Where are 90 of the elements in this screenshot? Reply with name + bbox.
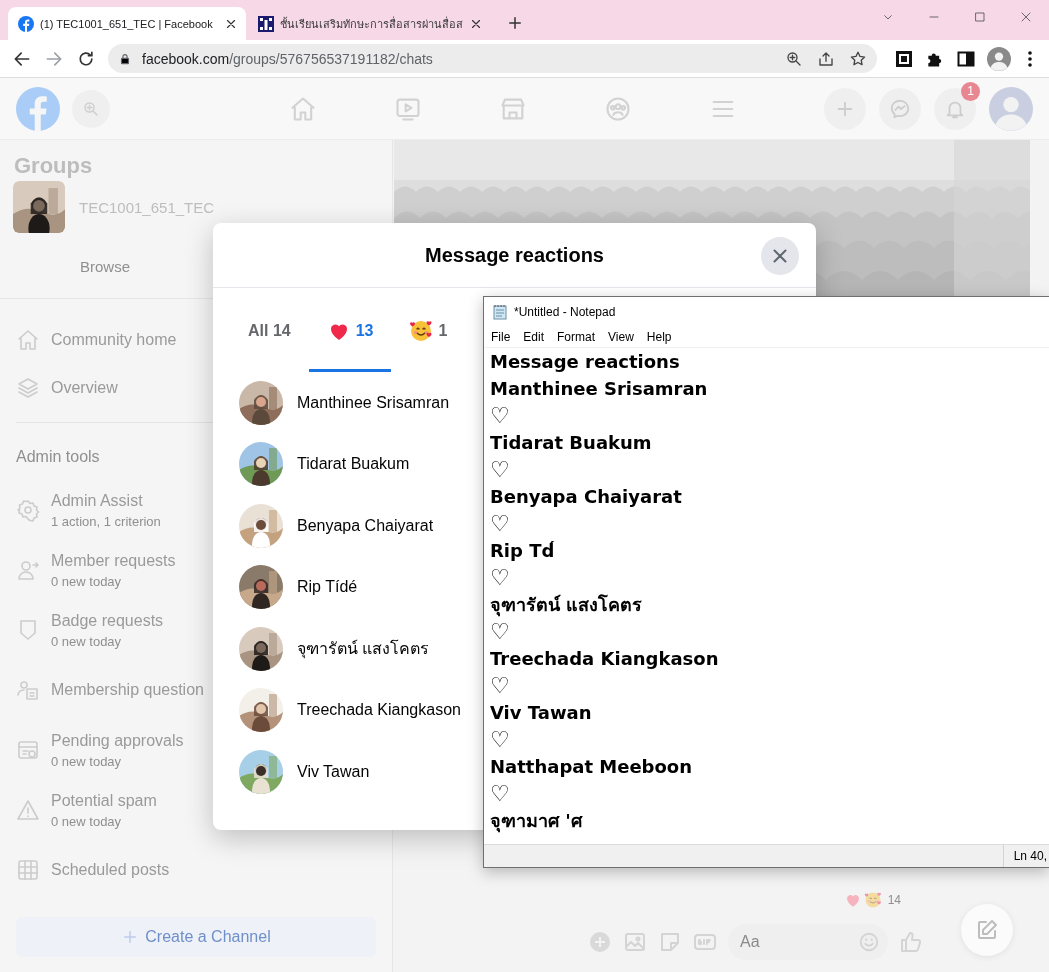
person-name[interactable]: จุฑารัตน์ แสงโคตร	[297, 636, 430, 662]
smiley-hearts-icon	[409, 318, 434, 343]
notification-badge: 1	[961, 81, 980, 101]
add-icon[interactable]	[588, 930, 612, 954]
text-line: Manthinee Srisamran	[490, 377, 709, 401]
menu-item[interactable]: Format	[557, 330, 596, 344]
star-icon[interactable]	[849, 49, 867, 68]
reaction-count: 14	[887, 893, 901, 907]
text-line: จุฑามาศ 'ศ	[490, 809, 584, 834]
menu-item[interactable]: View	[608, 330, 634, 344]
sticker-icon[interactable]	[658, 930, 682, 954]
create-channel-button[interactable]: Create a Channel	[16, 917, 376, 957]
groups-icon[interactable]	[603, 94, 632, 123]
text-line: Tidarat Buakum	[490, 431, 653, 455]
maximize-icon[interactable]	[972, 9, 988, 25]
item-detail: 1 action, 1 criterion	[51, 513, 161, 529]
sidebar-title: Groups	[13, 152, 94, 176]
text-line: ♡	[490, 564, 511, 591]
browser-tab[interactable]: ชั้นเรียนเสริมทักษะการสื่อสารผ่านสื่อส	[248, 7, 491, 40]
film-icon	[258, 15, 274, 32]
text-line: ♡	[490, 780, 511, 807]
messenger-icon	[889, 97, 911, 120]
calendar-clock-icon	[16, 738, 40, 762]
table-icon	[16, 858, 40, 882]
lock-icon	[118, 51, 132, 66]
section-heading: Admin tools	[16, 447, 100, 466]
reaction-tab[interactable]: 13	[308, 288, 392, 372]
person-name[interactable]: Rip Tídé	[297, 578, 358, 597]
browser-tab[interactable]: (1) TEC1001_651_TEC | Facebook	[8, 7, 246, 40]
close-button[interactable]	[761, 237, 799, 275]
photo-icon[interactable]	[623, 930, 647, 954]
account-avatar[interactable]	[989, 86, 1033, 131]
menu-item[interactable]: Edit	[523, 330, 545, 344]
address-field[interactable]: facebook.com/groups/576756537191182/chats	[108, 44, 877, 73]
person-name[interactable]: Tidarat Buakum	[297, 455, 410, 474]
url-text: facebook.com/groups/576756537191182/chats	[142, 50, 434, 67]
menu-item[interactable]: Help	[646, 330, 672, 344]
text-line: Rip Td́	[490, 539, 556, 563]
text-line: จุฑารัตน์ แสงโคตร	[490, 593, 644, 618]
text-line: ♡	[490, 510, 511, 537]
text-line: ♡	[490, 402, 511, 429]
menu-item[interactable]: File	[491, 330, 511, 344]
messenger-button[interactable]	[879, 87, 921, 130]
emoji-icon[interactable]	[858, 931, 880, 953]
home-icon	[16, 328, 40, 352]
item-detail: 0 new today	[51, 813, 123, 829]
person-name[interactable]: Viv Tawan	[297, 762, 370, 781]
text-line: Natthapat Meeboon	[490, 755, 694, 779]
text-line: Viv Tawan	[490, 701, 593, 725]
reaction-tab[interactable]: All 14	[230, 288, 309, 372]
search-button[interactable]	[72, 89, 110, 128]
text-line: ♡	[490, 456, 511, 483]
gear-icon	[16, 498, 40, 522]
facebook-icon	[18, 15, 34, 32]
new-tab-icon[interactable]	[506, 14, 524, 32]
text-line: Benyapa Chaiyarat	[490, 485, 683, 509]
thumbs-up-icon[interactable]	[899, 930, 923, 954]
message-field[interactable]: Aa	[728, 924, 888, 960]
person-name[interactable]: Manthinee Srisamran	[297, 393, 450, 412]
side-panel-icon[interactable]	[957, 49, 975, 68]
zoom-icon[interactable]	[785, 49, 803, 68]
item-detail: 0 new today	[51, 633, 123, 649]
share-icon[interactable]	[817, 49, 835, 68]
profile-avatar[interactable]	[987, 46, 1011, 71]
item-detail: 0 new today	[51, 753, 123, 769]
text-line: Treechada Kiangkason	[490, 647, 720, 671]
facebook-logo[interactable]	[16, 86, 60, 131]
reaction-tab[interactable]: 1	[391, 288, 466, 372]
person-name[interactable]: Treechada Kiangkason	[297, 701, 461, 720]
smiley-hearts-icon	[863, 891, 882, 909]
edit-icon	[975, 918, 999, 942]
search-icon	[82, 99, 100, 118]
person-name[interactable]: Benyapa Chaiyarat	[297, 516, 434, 535]
create-button[interactable]	[824, 87, 866, 130]
person-list-icon	[16, 678, 40, 702]
notifications-button[interactable]	[934, 87, 976, 130]
text-line: ♡	[490, 726, 511, 753]
layers-icon	[16, 376, 40, 400]
text-line: ♡	[490, 618, 511, 645]
person-add-icon	[16, 558, 40, 582]
dialog-title: Message reactions	[425, 243, 604, 267]
window-title: *Untitled - Notepad	[514, 305, 616, 319]
qr-icon[interactable]	[895, 49, 913, 68]
text-line: ♡	[490, 672, 511, 699]
cursor-position: Ln 40,	[1002, 845, 1049, 867]
warning-icon	[16, 798, 40, 822]
notepad-icon	[492, 304, 508, 320]
sidebar-tab[interactable]: Browse	[16, 238, 194, 298]
text-line: Message reactions	[490, 350, 681, 374]
item-detail: 0 new today	[51, 573, 123, 589]
